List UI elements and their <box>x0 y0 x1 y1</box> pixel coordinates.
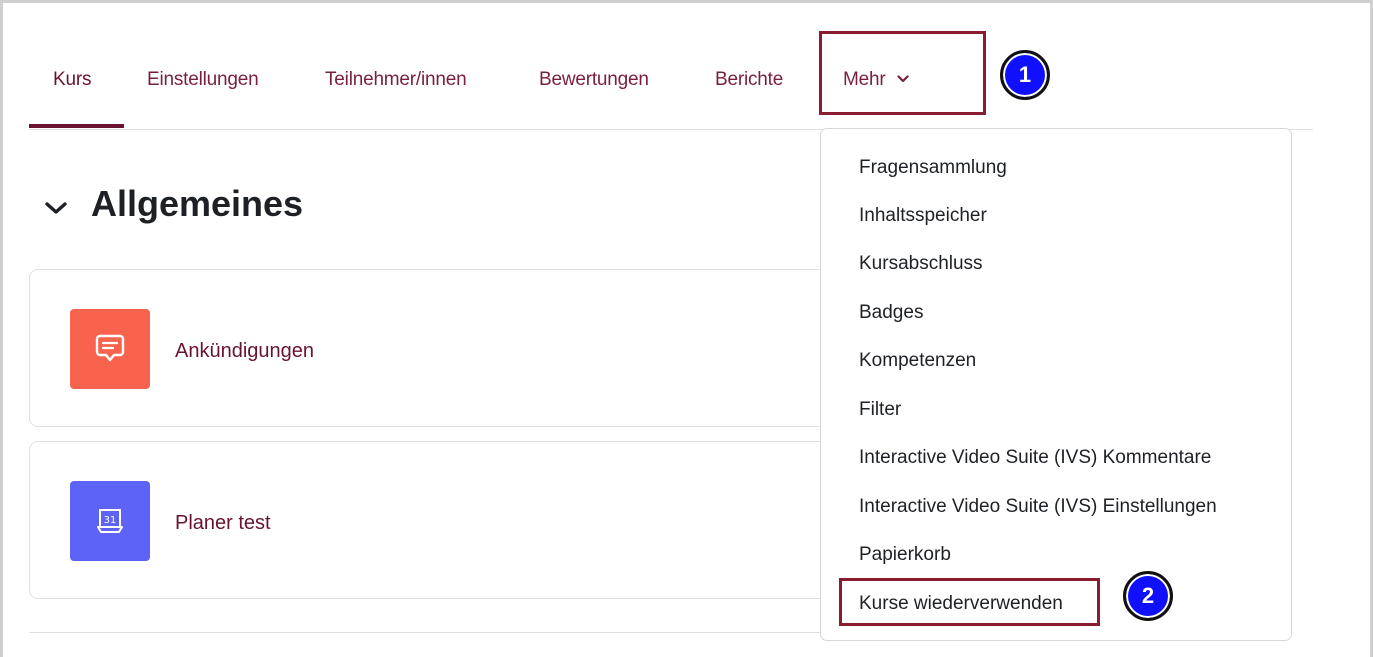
tab-teilnehmer-label: Teilnehmer/innen <box>325 69 467 90</box>
tab-einstellungen[interactable]: Einstellungen <box>147 63 259 129</box>
activity-link-planer[interactable]: Planer test <box>175 512 271 535</box>
mehr-highlight-box <box>819 31 986 115</box>
menu-item-badges[interactable]: Badges <box>859 302 923 324</box>
menu-item-fragensammlung[interactable]: Fragensammlung <box>859 157 1007 179</box>
course-nav: Kurs Einstellungen Teilnehmer/innen Bewe… <box>29 63 1313 130</box>
window-frame: Kurs Einstellungen Teilnehmer/innen Bewe… <box>0 0 1373 657</box>
step-badge-2: 2 <box>1123 571 1173 621</box>
forum-icon <box>70 309 150 389</box>
step-badge-2-label: 2 <box>1141 583 1155 608</box>
menu-item-kursabschluss[interactable]: Kursabschluss <box>859 253 983 275</box>
tab-kurs[interactable]: Kurs <box>53 63 91 129</box>
collapse-chevron-icon[interactable] <box>43 183 69 225</box>
menu-item-papierkorb[interactable]: Papierkorb <box>859 544 951 566</box>
step-badge-1-label: 1 <box>1018 62 1032 87</box>
tab-bewertungen-label: Bewertungen <box>539 69 649 90</box>
menu-item-ivs-einstellungen[interactable]: Interactive Video Suite (IVS) Einstellun… <box>859 496 1217 518</box>
section-heading[interactable]: Allgemeines <box>43 183 303 225</box>
tab-berichte-label: Berichte <box>715 69 784 90</box>
menu-item-filter[interactable]: Filter <box>859 399 901 421</box>
activity-link-ankuendigungen[interactable]: Ankündigungen <box>175 340 314 363</box>
section-title: Allgemeines <box>91 183 304 224</box>
active-tab-indicator <box>29 124 124 128</box>
step-badge-1: 1 <box>1000 50 1050 100</box>
tab-kurs-label: Kurs <box>53 69 92 90</box>
menu-item-inhaltsspeicher[interactable]: Inhaltsspeicher <box>859 205 987 227</box>
activity-card-ankuendigungen: Ankündigungen <box>29 269 909 427</box>
reuse-highlight-box <box>839 578 1100 626</box>
activity-card-planer: 31 Planer test <box>29 441 909 599</box>
tab-bewertungen[interactable]: Bewertungen <box>539 63 649 129</box>
calendar-icon: 31 <box>70 481 150 561</box>
tab-einstellungen-label: Einstellungen <box>147 69 259 90</box>
section-divider <box>29 632 909 633</box>
more-dropdown-menu: Fragensammlung Inhaltsspeicher Kursabsch… <box>820 128 1292 641</box>
tab-teilnehmer[interactable]: Teilnehmer/innen <box>325 63 467 129</box>
menu-item-kompetenzen[interactable]: Kompetenzen <box>859 350 976 372</box>
tab-berichte[interactable]: Berichte <box>715 63 783 129</box>
menu-item-ivs-kommentare[interactable]: Interactive Video Suite (IVS) Kommentare <box>859 447 1211 469</box>
svg-text:31: 31 <box>104 515 117 526</box>
